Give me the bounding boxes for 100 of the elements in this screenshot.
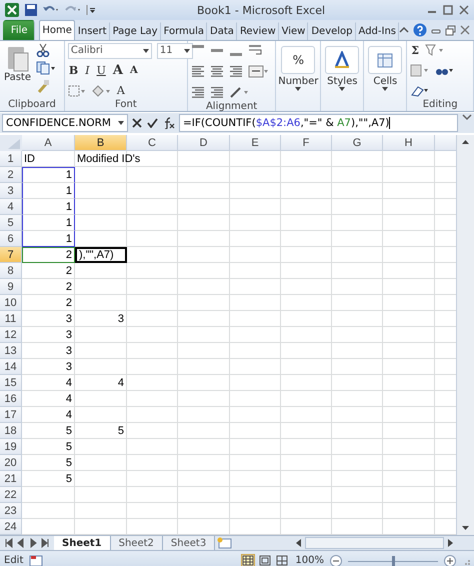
previous-sheet-icon[interactable] <box>16 538 26 548</box>
column-header[interactable]: G <box>332 135 383 151</box>
zoom-out-icon[interactable] <box>330 554 342 566</box>
italic-button[interactable]: I <box>84 64 91 77</box>
zoom-slider[interactable] <box>348 554 438 566</box>
customize-icon[interactable] <box>86 4 96 16</box>
macro-record-icon[interactable] <box>29 554 44 566</box>
sheet-tab[interactable]: Sheet2 <box>110 536 163 550</box>
row-header[interactable]: 24 <box>0 519 22 535</box>
row-header[interactable]: 13 <box>0 343 22 359</box>
referenced-cell: 1 <box>22 183 75 199</box>
row-header[interactable]: 22 <box>0 487 22 503</box>
fill-color-icon[interactable] <box>90 84 111 96</box>
help-icon[interactable] <box>413 23 427 37</box>
row-header[interactable]: 20 <box>0 455 22 471</box>
first-sheet-icon[interactable] <box>4 538 14 548</box>
enter-icon[interactable] <box>147 118 158 128</box>
collapse-ribbon-icon[interactable] <box>399 25 409 35</box>
file-tab[interactable]: File <box>3 20 36 40</box>
eraser-icon[interactable] <box>410 84 430 97</box>
column-header[interactable]: E <box>230 135 281 151</box>
merge-cells-icon[interactable] <box>248 65 268 78</box>
column-header[interactable]: H <box>383 135 435 151</box>
formula-input[interactable]: =IF(COUNTIF($A$2:A6,"=" & A7),"",A7) <box>179 114 458 132</box>
row-header[interactable]: 21 <box>0 471 22 487</box>
align-center-icon[interactable] <box>210 65 224 78</box>
row-header[interactable]: 15 <box>0 375 22 391</box>
zoom-in-icon[interactable] <box>444 554 456 566</box>
fill-icon[interactable] <box>410 64 430 77</box>
row-header[interactable]: 12 <box>0 327 22 343</box>
referenced-cell: 1 <box>22 215 75 231</box>
row-header[interactable]: 14 <box>0 359 22 375</box>
column-header[interactable]: C <box>127 135 178 151</box>
align-right-icon[interactable] <box>228 65 243 78</box>
sheet-tab[interactable]: Sheet1 <box>54 536 111 550</box>
bold-button[interactable]: B <box>68 64 80 77</box>
row-header[interactable]: 11 <box>0 311 22 327</box>
row-header[interactable]: 17 <box>0 407 22 423</box>
row-header[interactable]: 18 <box>0 423 22 439</box>
dropdown-icon <box>118 121 124 125</box>
maximize-icon[interactable] <box>442 4 454 16</box>
decrease-indent-icon[interactable] <box>190 86 205 99</box>
last-sheet-icon[interactable] <box>40 538 50 548</box>
cancel-icon[interactable] <box>132 118 142 128</box>
row-header[interactable]: 5 <box>0 215 22 231</box>
number-format-button[interactable]: % Number <box>277 43 320 92</box>
close-icon[interactable] <box>458 4 470 16</box>
cut-icon[interactable] <box>36 43 50 57</box>
font-color-button[interactable]: A <box>116 84 126 97</box>
zoom-level[interactable]: 100% <box>295 555 324 566</box>
row-header[interactable]: 4 <box>0 199 22 215</box>
normal-view-button[interactable] <box>241 554 256 566</box>
borders-icon[interactable] <box>68 84 86 96</box>
active-cell-editor[interactable]: ),"",A7) <box>75 247 127 263</box>
row-header[interactable]: 1 <box>0 151 22 167</box>
save-icon[interactable] <box>24 3 38 17</box>
close-icon[interactable] <box>460 25 470 35</box>
row-header[interactable]: 6 <box>0 231 22 247</box>
name-box[interactable]: CONFIDENCE.NORM <box>2 114 128 132</box>
row-header[interactable]: 8 <box>0 263 22 279</box>
grow-font-button[interactable]: A <box>112 63 124 78</box>
row-header[interactable]: 23 <box>0 503 22 519</box>
page-layout-button[interactable] <box>258 554 272 566</box>
row-header[interactable]: 19 <box>0 439 22 455</box>
sort-filter-icon[interactable] <box>425 44 446 57</box>
column-header[interactable]: D <box>178 135 230 151</box>
wrap-text-icon[interactable] <box>248 44 264 57</box>
orientation-icon[interactable] <box>228 86 249 99</box>
row-header[interactable]: 9 <box>0 279 22 295</box>
page-break-button[interactable] <box>275 554 290 566</box>
paste-button[interactable]: Paste <box>3 43 32 84</box>
autosum-button[interactable]: Σ <box>410 44 420 57</box>
horizontal-scrollbar[interactable] <box>305 537 444 549</box>
font-name-field[interactable]: Calibri <box>68 42 152 58</box>
ribbon-tab[interactable]: Home <box>39 20 75 40</box>
row-header[interactable]: 10 <box>0 295 22 311</box>
copy-icon[interactable] <box>36 61 56 75</box>
cell-text: 5 <box>66 440 72 452</box>
insert-function-icon[interactable] <box>163 117 175 129</box>
row-header[interactable]: 2 <box>0 167 22 183</box>
status-mode: Edit <box>4 555 24 566</box>
column-header[interactable]: B <box>75 135 127 151</box>
underline-button[interactable]: U <box>96 64 107 77</box>
next-sheet-icon[interactable] <box>28 538 38 548</box>
expand-formula-icon[interactable] <box>462 114 472 122</box>
column-header[interactable]: A <box>22 135 75 151</box>
scroll-right-icon[interactable] <box>446 538 454 548</box>
row-header[interactable]: 3 <box>0 183 22 199</box>
shrink-font-button[interactable]: A <box>128 65 139 76</box>
group-label: Alignment <box>206 101 258 112</box>
sheet-tab[interactable]: Sheet3 <box>162 536 216 550</box>
cell-text: 3 <box>66 312 72 324</box>
group-label: Font <box>115 99 137 110</box>
restore-icon[interactable] <box>445 24 456 36</box>
row-header[interactable]: 7 <box>0 247 22 263</box>
font-size-field[interactable]: 11 <box>156 42 193 58</box>
align-left-icon[interactable] <box>190 65 205 78</box>
row-header[interactable]: 16 <box>0 391 22 407</box>
increase-indent-icon[interactable] <box>210 86 224 99</box>
column-header[interactable]: F <box>281 135 332 151</box>
